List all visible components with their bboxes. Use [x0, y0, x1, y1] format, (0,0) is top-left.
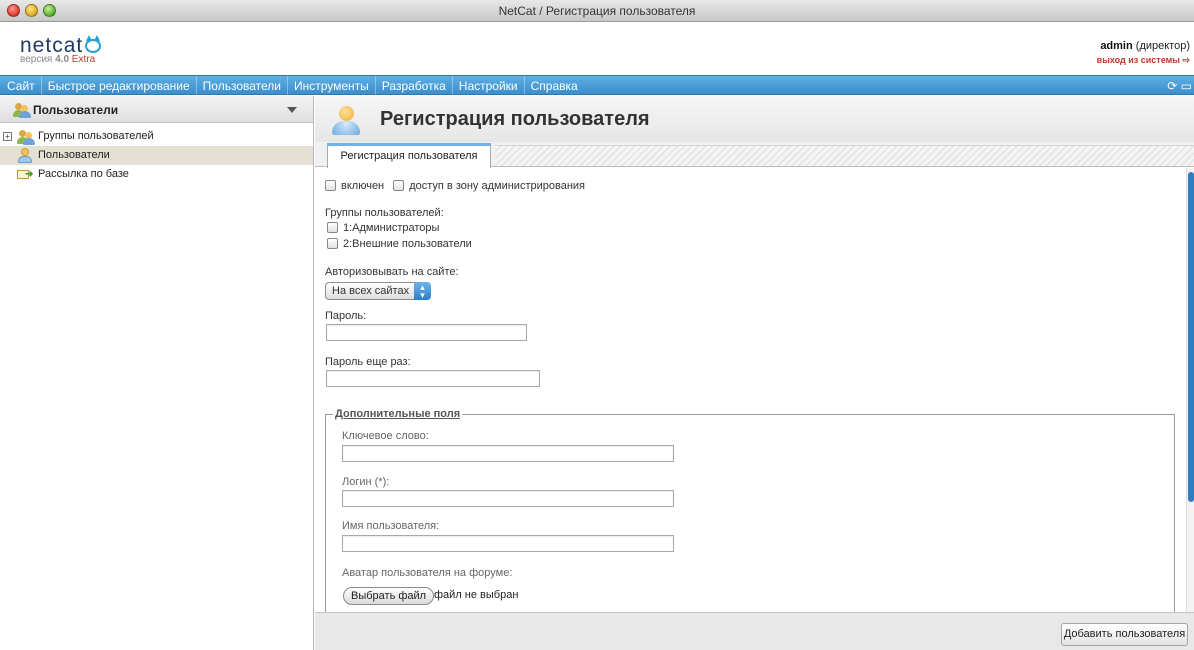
menu-development[interactable]: Разработка	[376, 76, 453, 95]
group-option-external: 2:Внешние пользователи	[327, 238, 472, 250]
logout-link[interactable]: выход из системы ⇨	[1097, 55, 1190, 66]
window-title: NetCat / Регистрация пользователя	[498, 4, 696, 18]
netcat-logo[interactable]: netcat	[20, 35, 102, 56]
group-external-checkbox[interactable]	[327, 238, 338, 249]
users-group-icon	[13, 102, 31, 118]
enabled-label: включен	[341, 180, 385, 192]
sidebar: Пользователи + Группы пользователей Поль…	[0, 96, 314, 650]
form-scroll-area: включен доступ в зону администрирования …	[315, 168, 1187, 612]
main-menu: Сайт Быстрое редактирование Пользователи Ин…	[0, 75, 1194, 95]
authorize-site-select[interactable]: На всех сайтах ▴ ▾	[325, 282, 431, 300]
sidebar-item-user-groups[interactable]: + Группы пользователей	[0, 127, 313, 146]
form-footer: Добавить пользователя	[315, 612, 1194, 650]
user-name: admin (директор)	[1100, 40, 1190, 52]
users-group-icon	[17, 129, 35, 145]
exit-icon: ⇨	[1182, 55, 1190, 65]
page-header: Регистрация пользователя	[315, 96, 1194, 146]
page-title: Регистрация пользователя	[380, 108, 650, 130]
login-label: Логин (*):	[342, 476, 390, 488]
sidebar-item-label: Рассылка по базе	[38, 168, 129, 180]
add-user-button[interactable]: Добавить пользователя	[1061, 623, 1188, 646]
password-field[interactable]	[326, 324, 527, 341]
sidebar-tree: + Группы пользователей Пользователи ➜ Ра…	[0, 123, 313, 184]
status-row: включен доступ в зону администрирования	[325, 180, 585, 192]
vertical-scrollbar[interactable]	[1186, 168, 1194, 612]
refresh-icon[interactable]: ⟳ ▭	[1167, 79, 1192, 93]
username-label: Имя пользователя:	[342, 520, 440, 532]
groups-label: Группы пользователей:	[325, 207, 444, 219]
menu-help[interactable]: Справка	[525, 76, 584, 95]
admin-access-label: доступ в зону администрирования	[409, 180, 585, 192]
keyword-field[interactable]	[342, 445, 674, 462]
password-repeat-field[interactable]	[326, 370, 540, 387]
choose-file-button[interactable]: Выбрать файл	[343, 587, 435, 605]
cat-logo-icon	[85, 35, 102, 53]
sidebar-header[interactable]: Пользователи	[0, 96, 313, 123]
menu-settings[interactable]: Настройки	[453, 76, 525, 95]
user-icon	[17, 148, 33, 163]
sidebar-item-users[interactable]: Пользователи	[0, 146, 313, 165]
group-admins-checkbox[interactable]	[327, 222, 338, 233]
sidebar-item-label: Группы пользователей	[38, 130, 154, 142]
login-field[interactable]	[342, 490, 674, 507]
admin-access-checkbox[interactable]	[393, 180, 405, 191]
menu-quick-edit[interactable]: Быстрое редактирование	[42, 76, 197, 95]
password-repeat-label: Пароль еще раз:	[325, 356, 411, 368]
keyword-label: Ключевое слово:	[342, 430, 429, 442]
menu-users[interactable]: Пользователи	[197, 76, 288, 95]
group-option-admins: 1:Администраторы	[327, 222, 439, 234]
expand-icon[interactable]: +	[3, 132, 12, 141]
tab-bar: Регистрация пользователя	[315, 142, 1194, 168]
version-info: версия 4.0 Extra	[20, 54, 96, 65]
enabled-checkbox[interactable]	[325, 180, 336, 191]
menu-tools[interactable]: Инструменты	[288, 76, 376, 95]
user-box: admin (директор) выход из системы ⇨	[1097, 40, 1190, 66]
extra-fields-group: Дополнительные поля Ключевое слово: Логи…	[325, 408, 1175, 612]
main-content: Регистрация пользователя Регистрация пол…	[315, 96, 1194, 650]
chevron-down-icon[interactable]	[287, 107, 297, 113]
password-label: Пароль:	[325, 310, 367, 322]
scrollbar-thumb[interactable]	[1188, 172, 1194, 502]
file-status: файл не выбран	[434, 589, 519, 601]
select-arrows-icon: ▴ ▾	[414, 282, 431, 300]
extra-fields-legend[interactable]: Дополнительные поля	[333, 408, 463, 420]
tab-bar-fill	[495, 145, 1194, 166]
window-titlebar: NetCat / Регистрация пользователя	[0, 0, 1194, 22]
mail-send-icon: ➜	[17, 168, 33, 181]
sidebar-item-mailing[interactable]: ➜ Рассылка по базе	[0, 165, 313, 184]
user-icon	[332, 106, 360, 136]
sidebar-item-label: Пользователи	[38, 149, 110, 161]
tab-user-registration[interactable]: Регистрация пользователя	[327, 143, 491, 168]
app-header: netcat версия 4.0 Extra admin (директор)…	[0, 23, 1194, 75]
authorize-label: Авторизовывать на сайте:	[325, 266, 459, 278]
avatar-label: Аватар пользователя на форуме:	[342, 567, 513, 579]
sidebar-title: Пользователи	[33, 103, 119, 117]
menu-site[interactable]: Сайт	[0, 76, 42, 95]
username-field[interactable]	[342, 535, 674, 552]
